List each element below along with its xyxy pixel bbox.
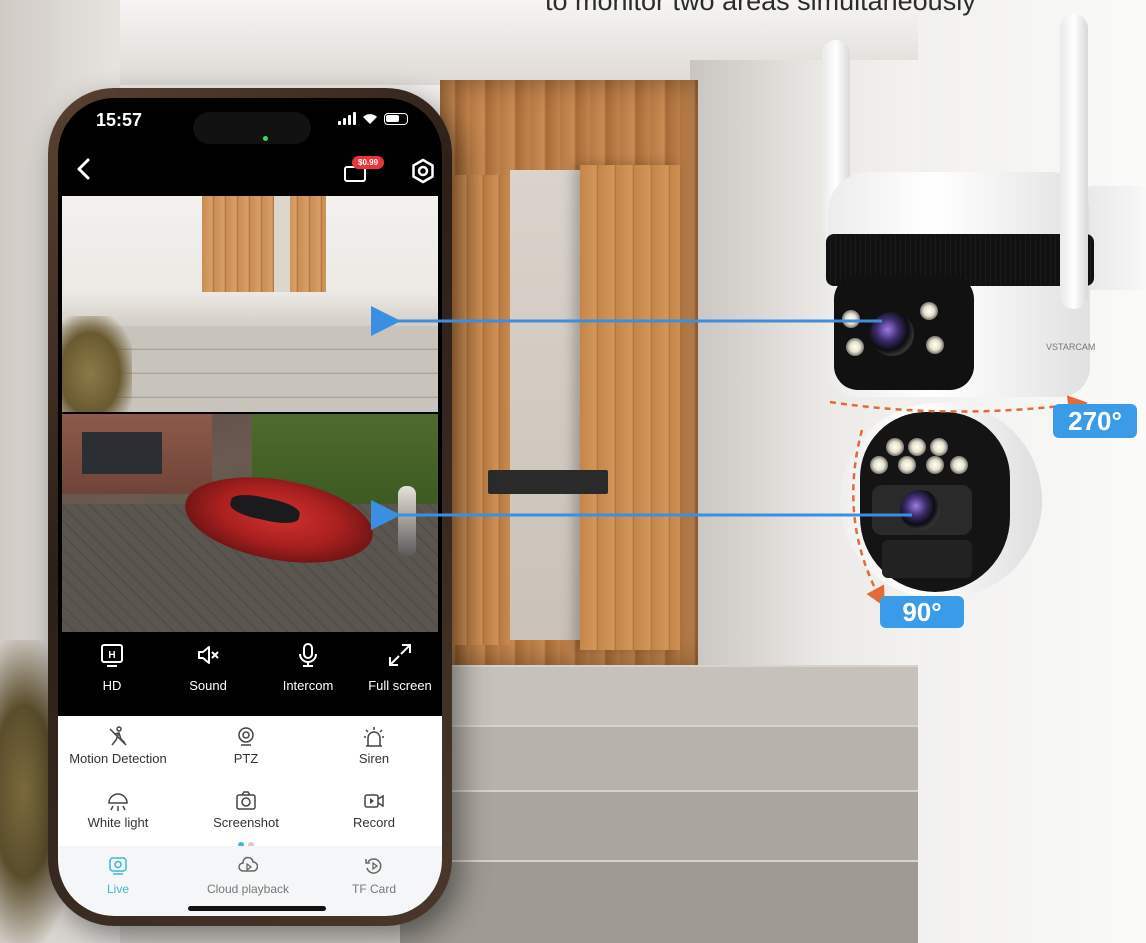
ptz-icon — [238, 727, 254, 746]
live-icon — [109, 857, 127, 875]
ir-led — [930, 438, 948, 456]
motion-detection-icon — [109, 726, 127, 746]
feed-door — [202, 196, 326, 292]
tab-live-label: Live — [106, 882, 129, 896]
stone-step — [400, 790, 920, 860]
siren-label: Siren — [358, 751, 390, 766]
sound-button[interactable]: Sound — [162, 642, 254, 693]
tilt-90-badge: 90° — [880, 596, 964, 628]
battery-icon — [384, 112, 408, 125]
tab-cloud-playback-label: Cloud playback — [206, 882, 290, 896]
ir-led — [846, 338, 864, 356]
cloud-playback-icon — [238, 856, 258, 872]
phone-screen: 15:57 $0.99 H HD Sound Intercom Full scr… — [58, 98, 442, 916]
screenshot-label: Screenshot — [213, 815, 279, 830]
settings-gear-icon[interactable] — [410, 158, 436, 184]
fullscreen-icon — [389, 644, 411, 666]
live-controls: H HD Sound Intercom Full screen — [58, 634, 442, 716]
tab-live[interactable]: Live — [58, 856, 178, 896]
wifi-icon — [363, 113, 377, 124]
screenshot-icon — [236, 791, 256, 810]
tab-tf-card[interactable]: TF Card — [314, 856, 434, 896]
feed-house — [62, 414, 212, 494]
stone-step — [400, 665, 920, 725]
back-arrow-icon[interactable] — [72, 156, 98, 182]
record-icon — [364, 794, 384, 808]
camera-indicator-dot — [263, 136, 268, 141]
headline-text: to monitor two areas simultaneously — [545, 0, 976, 16]
record-label: Record — [353, 815, 395, 830]
intercom-label: Intercom — [282, 678, 334, 693]
record-button[interactable]: Record — [314, 790, 434, 830]
siren-button[interactable]: Siren — [314, 726, 434, 766]
right-antenna — [1060, 14, 1088, 309]
svg-text:H: H — [108, 650, 115, 661]
tab-tf-card-label: TF Card — [351, 882, 396, 896]
feed-plant — [62, 316, 132, 412]
hd-icon: H — [101, 644, 123, 667]
hd-button[interactable]: H HD — [66, 642, 158, 693]
signal-icon — [338, 112, 356, 125]
ir-led — [898, 456, 916, 474]
feed-window — [82, 432, 162, 474]
camera-feed-lower[interactable] — [62, 414, 438, 632]
motion-detection-button[interactable]: Motion Detection — [58, 726, 178, 766]
smartphone: 15:57 $0.99 H HD Sound Intercom Full scr… — [48, 88, 452, 926]
white-light-icon — [108, 793, 128, 811]
motion-detection-label: Motion Detection — [69, 751, 167, 766]
ptz-label: PTZ — [233, 751, 259, 766]
screenshot-button[interactable]: Screenshot — [186, 790, 306, 830]
door-leaf-left — [452, 175, 510, 645]
tf-card-icon — [365, 858, 382, 874]
camera-feed-upper[interactable] — [62, 196, 438, 412]
ir-led — [870, 456, 888, 474]
upper-lens — [870, 312, 914, 356]
function-panel: Motion Detection PTZ Siren White light S… — [58, 716, 442, 848]
ir-led — [886, 438, 904, 456]
app-header: $0.99 — [58, 146, 442, 194]
status-bar: 15:57 — [58, 98, 442, 146]
status-icons — [338, 112, 408, 125]
pan-270-badge: 270° — [1053, 404, 1137, 438]
lower-lens — [900, 490, 940, 530]
feed-door-gap — [274, 196, 290, 292]
cloud-offer-button[interactable]: $0.99 — [340, 152, 402, 186]
tab-cloud-playback[interactable]: Cloud playback — [188, 856, 308, 896]
siren-icon — [364, 727, 384, 747]
ir-led — [842, 310, 860, 328]
status-time: 15:57 — [96, 110, 143, 130]
fullscreen-label: Full screen — [368, 678, 432, 693]
white-light-label: White light — [87, 815, 149, 830]
dynamic-island — [193, 112, 311, 144]
door-opening — [510, 170, 580, 640]
ir-led — [926, 456, 944, 474]
hd-label: HD — [102, 678, 122, 693]
ir-led — [908, 438, 926, 456]
white-light-button[interactable]: White light — [58, 790, 178, 830]
ir-led — [950, 456, 968, 474]
fullscreen-button[interactable]: Full screen — [354, 642, 442, 693]
door-leaf-right — [580, 165, 680, 650]
price-badge: $0.99 — [352, 156, 385, 169]
ptz-button[interactable]: PTZ — [186, 726, 306, 766]
person — [398, 486, 416, 556]
stone-step — [400, 725, 920, 790]
door-handle — [488, 470, 608, 494]
ir-led — [926, 336, 944, 354]
wall-bracket — [1086, 186, 1146, 290]
sound-muted-icon — [198, 646, 219, 664]
brand-logo: VSTARCAM — [1046, 342, 1096, 352]
speaker-panel — [882, 540, 972, 578]
ir-led — [920, 302, 938, 320]
home-indicator[interactable] — [188, 906, 326, 911]
intercom-button[interactable]: Intercom — [262, 642, 354, 693]
sound-label: Sound — [189, 678, 227, 693]
microphone-icon — [299, 643, 317, 667]
stone-step — [400, 860, 920, 943]
